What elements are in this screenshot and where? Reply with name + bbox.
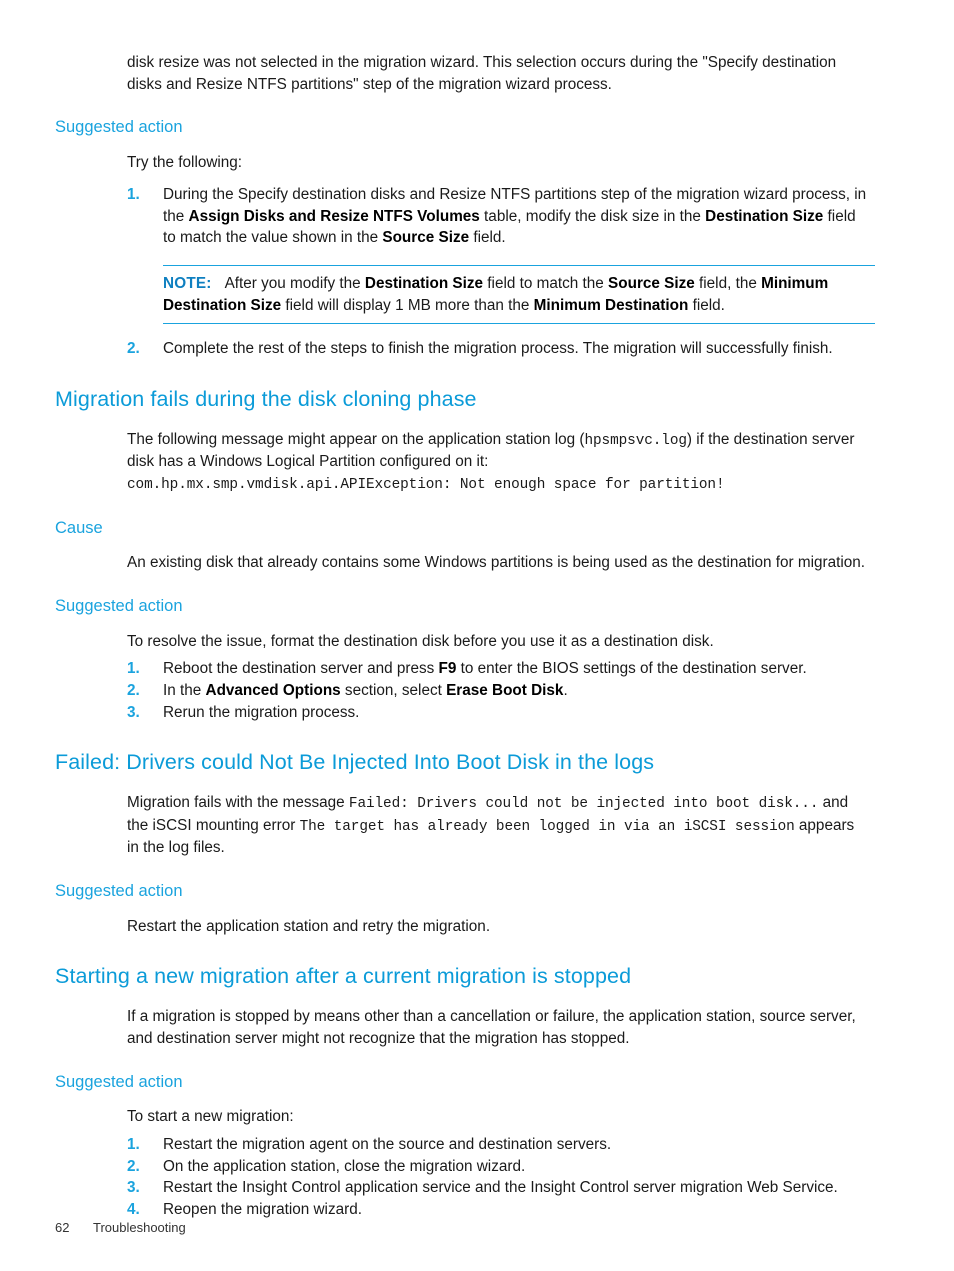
page-footer: 62 Troubleshooting — [55, 1220, 186, 1235]
step-text-part: field. — [469, 229, 506, 247]
inline-code-logfile: hpsmpsvc.log — [584, 432, 687, 449]
list-marker: 1. — [127, 660, 140, 678]
note-part: field, the — [694, 274, 762, 292]
note-part: After you modify the — [224, 274, 365, 292]
section2-step-list: 1. Reboot the destination server and pre… — [127, 658, 870, 723]
para-part: The following message might appear on th… — [127, 430, 585, 448]
heading-suggested-action-2: Suggested action — [55, 596, 183, 615]
list-item: 3. Restart the Insight Control applicati… — [127, 1177, 870, 1199]
section1-lead-in: Try the following: — [127, 154, 243, 172]
heading-migration-fails-cloning: Migration fails during the disk cloning … — [55, 387, 477, 412]
list-marker: 2. — [127, 340, 140, 358]
section1-step-list-continued: 2. Complete the rest of the steps to fin… — [127, 338, 870, 360]
note-callout: NOTE: After you modify the Destination Si… — [163, 264, 875, 325]
step-text-part: In the — [163, 682, 206, 699]
footer-page-number: 62 — [55, 1220, 70, 1235]
document-page: disk resize was not selected in the migr… — [0, 0, 954, 1271]
section1-step-list: 1. During the Specify destination disks … — [127, 184, 870, 249]
list-marker: 1. — [127, 185, 140, 203]
step-text-part: to enter the BIOS settings of the destin… — [456, 660, 807, 678]
heading-suggested-action-4: Suggested action — [55, 1072, 183, 1091]
step-text-part: table, modify the disk size in the — [479, 207, 706, 225]
page-content: disk resize was not selected in the migr… — [55, 52, 875, 1221]
list-item-text: During the Specify destination disks and… — [163, 184, 870, 249]
list-marker: 3. — [127, 703, 140, 721]
step-bold-f9: F9 — [438, 660, 457, 678]
list-item-text: Rerun the migration process. — [163, 703, 360, 721]
list-item: 4. Reopen the migration wizard. — [127, 1199, 870, 1221]
list-item-text: Restart the Insight Control application … — [163, 1179, 838, 1197]
list-item-text: Complete the rest of the steps to finish… — [163, 340, 833, 358]
inline-code-failed-drivers: Failed: Drivers could not be injected in… — [348, 796, 819, 813]
list-marker: 4. — [127, 1201, 140, 1219]
list-marker: 1. — [127, 1135, 140, 1153]
section2-code-block: com.hp.mx.smp.vmdisk.api.APIException: N… — [127, 473, 870, 495]
section2-lead-in: To resolve the issue, format the destina… — [127, 632, 714, 650]
note-part: field will display 1 MB more than the — [281, 296, 534, 314]
heading-cause: Cause — [55, 518, 103, 537]
list-item: 3. Rerun the migration process. — [127, 702, 870, 724]
list-item: 2. Complete the rest of the steps to fin… — [127, 338, 870, 360]
step-bold-destination-size: Destination Size — [705, 207, 824, 225]
step-bold-source-size: Source Size — [382, 229, 470, 247]
section2-cause-text: An existing disk that already contains s… — [127, 554, 866, 572]
list-item: 2. On the application station, close the… — [127, 1156, 870, 1178]
note-part: field to match the — [483, 274, 609, 292]
section3-paragraph: Migration fails with the message Failed:… — [127, 792, 870, 859]
section4-paragraph: If a migration is stopped by means other… — [127, 1008, 856, 1047]
para-part: Migration fails with the message — [127, 794, 349, 812]
note-bold-source-size: Source Size — [608, 274, 695, 292]
list-item-text: Restart the migration agent on the sourc… — [163, 1135, 612, 1153]
inline-code-iscsi-error: The target has already been logged in vi… — [299, 818, 795, 835]
section4-lead-in: To start a new migration: — [127, 1108, 294, 1126]
section2-paragraph: The following message might appear on th… — [127, 429, 870, 473]
note-bold-destination-size: Destination Size — [364, 274, 484, 292]
footer-chapter-name: Troubleshooting — [93, 1220, 186, 1235]
note-bold-minimum-destination: Minimum Destination — [533, 296, 689, 314]
section3-suggested-action-text: Restart the application station and retr… — [127, 917, 491, 935]
list-item-text: Reboot the destination server and press … — [163, 658, 870, 680]
step-text-part: section, select — [340, 682, 447, 699]
section4-step-list: 1. Restart the migration agent on the so… — [127, 1134, 870, 1221]
list-marker: 2. — [127, 1157, 140, 1175]
step-text-part: . — [563, 682, 568, 699]
heading-failed-drivers-injected: Failed: Drivers could Not Be Injected In… — [55, 750, 655, 775]
heading-starting-new-migration: Starting a new migration after a current… — [55, 964, 632, 989]
list-item: 1. During the Specify destination disks … — [127, 184, 870, 249]
note-label: NOTE: — [163, 274, 212, 292]
heading-suggested-action-1: Suggested action — [55, 118, 183, 137]
step-bold-erase-boot-disk: Erase Boot Disk — [446, 682, 564, 699]
step-bold-assign-disks: Assign Disks and Resize NTFS Volumes — [188, 207, 480, 225]
list-item: 1. Restart the migration agent on the so… — [127, 1134, 870, 1156]
note-part: field. — [688, 296, 725, 314]
note-text: NOTE: After you modify the Destination Si… — [163, 273, 875, 316]
list-item-text: On the application station, close the mi… — [163, 1157, 526, 1175]
list-item: 2. In the Advanced Options section, sele… — [127, 680, 870, 702]
step-text-part: Reboot the destination server and press — [163, 660, 439, 678]
list-marker: 3. — [127, 1179, 140, 1197]
step-bold-advanced-options: Advanced Options — [205, 682, 341, 699]
list-item-text: In the Advanced Options section, select … — [163, 680, 870, 702]
intro-paragraph: disk resize was not selected in the migr… — [127, 52, 870, 95]
list-marker: 2. — [127, 682, 140, 699]
intro-line-1: disk resize was not selected in the migr… — [127, 54, 758, 71]
list-item-text: Reopen the migration wizard. — [163, 1201, 362, 1219]
heading-suggested-action-3: Suggested action — [55, 881, 183, 900]
list-item: 1. Reboot the destination server and pre… — [127, 658, 870, 680]
code-exception-message: com.hp.mx.smp.vmdisk.api.APIException: N… — [127, 477, 725, 494]
